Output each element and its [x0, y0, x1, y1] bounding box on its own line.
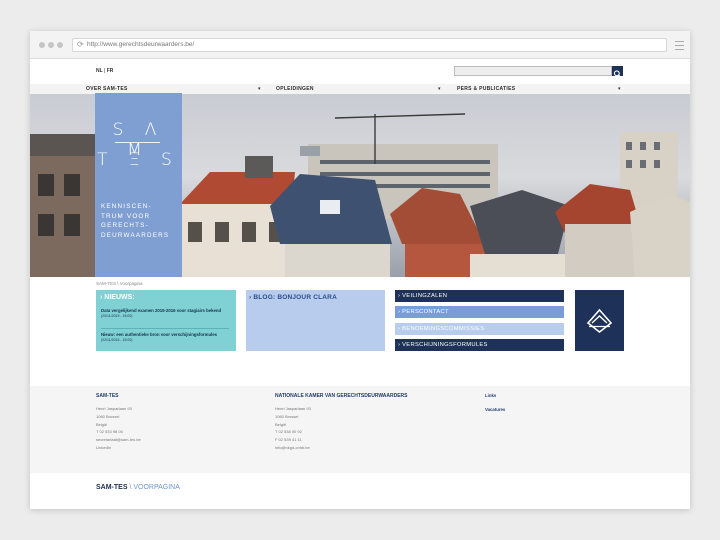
url-text: http://www.gerechtsdeurwaarders.be/: [87, 41, 195, 48]
footer-linkedin-link[interactable]: LinkedIn: [96, 444, 141, 452]
site-footer: SAM-TES Henri Jasparlaan 93 1060 Brussel…: [30, 386, 690, 473]
logo-divider: [115, 142, 160, 143]
browser-window: ⟳ http://www.gerechtsdeurwaarders.be/ NL…: [30, 31, 690, 509]
footer-line: T 02 533 98 00: [96, 429, 123, 435]
quicklink-verschijningsformules[interactable]: › VERSCHIJNINGSFORMULES: [395, 339, 564, 351]
search-button[interactable]: [612, 66, 623, 78]
news-item-title[interactable]: Data vergelijkend examen 2015-2016 voor …: [101, 308, 221, 313]
sam-tes-logo[interactable]: S Λ M T Ξ S KENNISCEN- TRUM VOOR GERECHT…: [95, 93, 182, 277]
news-heading[interactable]: › NIEUWS:: [100, 294, 135, 301]
news-item[interactable]: Nieuw: een authentieke bron voor verschi…: [101, 332, 229, 344]
footer-line: Henri Jasparlaan 93: [96, 406, 132, 411]
footer-site-link[interactable]: SAM-TES: [96, 484, 128, 491]
address-bar[interactable]: ⟳ http://www.gerechtsdeurwaarders.be/: [72, 38, 667, 52]
footer-breadcrumb: SAM-TES \ VOORPAGINA: [96, 484, 180, 491]
breadcrumb[interactable]: SAM-TES \ Voorpagina: [96, 281, 143, 286]
quicklink-benoemingscommissies[interactable]: › BENOEMINGSCOMMISSIES: [395, 323, 564, 335]
browser-toolbar: ⟳ http://www.gerechtsdeurwaarders.be/: [30, 31, 690, 59]
footer-col1-address: Henri Jasparlaan 93 1060 Brussel België …: [96, 405, 141, 452]
footer-email-link[interactable]: secretariaat@sam-tes.be: [96, 436, 141, 444]
footer-links-link[interactable]: Links: [485, 393, 496, 398]
footer-email-link[interactable]: info@nkgd-cnhb.be: [275, 444, 311, 452]
footer-col2-address: Henri Jasparlaan 93 1060 Brussel België …: [275, 405, 311, 452]
language-switcher: NL | FR: [96, 68, 113, 74]
tagline-line: KENNISCEN-: [101, 203, 152, 210]
blog-heading[interactable]: › BLOG: BONJOUR CLARA: [249, 294, 337, 301]
tagline-line: GERECHTS-: [101, 222, 149, 229]
footer-line: 1060 Brussel: [275, 413, 299, 419]
quicklink-perscontact[interactable]: › PERSCONTACT: [395, 306, 564, 318]
footer-col1-title: SAM-TES: [96, 393, 119, 399]
news-panel: › NIEUWS: Data vergelijkend examen 2015-…: [96, 290, 236, 351]
footer-col2-title: NATIONALE KAMER VAN GERECHTSDEURWAARDERS: [275, 393, 408, 399]
footer-page-link[interactable]: VOORPAGINA: [133, 484, 180, 491]
logo-bottom-text: T Ξ S: [97, 150, 180, 170]
chevron-down-icon[interactable]: ▾: [618, 84, 621, 94]
tagline-line: TRUM VOOR: [101, 212, 151, 220]
window-minimize-dot[interactable]: [48, 42, 54, 48]
footer-line: F 02 539 41 11: [275, 437, 302, 443]
news-divider: [101, 328, 229, 329]
chevron-down-icon[interactable]: ▾: [258, 84, 261, 94]
footer-vacatures-link[interactable]: Vacatures: [485, 407, 505, 412]
search-input[interactable]: [454, 66, 612, 76]
nav-item-opleidingen[interactable]: OPLEIDINGEN: [276, 84, 314, 94]
footer-line: T 02 538 00 92: [275, 429, 302, 435]
news-item[interactable]: Data vergelijkend examen 2015-2016 voor …: [101, 308, 229, 320]
window-maximize-dot[interactable]: [57, 42, 63, 48]
hamburger-menu-icon[interactable]: [675, 38, 684, 52]
reload-icon[interactable]: ⟳: [77, 39, 84, 51]
news-item-title[interactable]: Nieuw: een authentieke bron voor verschi…: [101, 332, 217, 337]
footer-line: 1060 Brussel: [96, 413, 120, 419]
search-icon: [613, 70, 622, 78]
lang-nl-link[interactable]: NL: [96, 68, 103, 74]
quicklink-veilingzalen[interactable]: › VEILINGZALEN: [395, 290, 564, 302]
news-item-date: (20/11/2015 - 15:00): [101, 314, 133, 319]
lang-fr-link[interactable]: FR: [107, 68, 114, 74]
tagline-line: DEURWAARDERS: [101, 231, 170, 239]
blog-panel[interactable]: › BLOG: BONJOUR CLARA: [246, 290, 385, 351]
emblem-badge[interactable]: [575, 290, 624, 351]
footer-line: Henri Jasparlaan 93: [275, 406, 311, 411]
window-close-dot[interactable]: [39, 42, 45, 48]
nav-item-pers-publicaties[interactable]: PERS & PUBLICATIES: [457, 84, 515, 94]
footer-line: België: [275, 421, 287, 427]
chamber-emblem-icon: [586, 308, 613, 334]
footer-line: België: [96, 421, 108, 427]
chevron-down-icon[interactable]: ▾: [438, 84, 441, 94]
logo-tagline: KENNISCEN- TRUM VOOR GERECHTS- DEURWAARD…: [101, 202, 179, 240]
news-item-date: (02/11/2015 - 15:00): [101, 338, 133, 343]
